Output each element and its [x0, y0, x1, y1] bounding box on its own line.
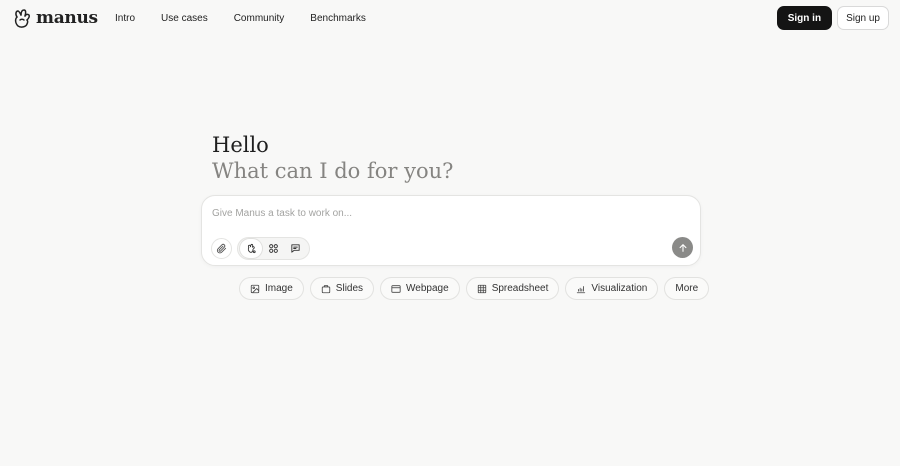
chip-label: Visualization — [591, 283, 648, 294]
chip-webpage[interactable]: Webpage — [380, 277, 460, 300]
chip-spreadsheet[interactable]: Spreadsheet — [465, 277, 560, 300]
paperclip-icon — [216, 243, 227, 254]
attach-button[interactable] — [211, 238, 232, 259]
send-button[interactable] — [672, 237, 693, 258]
chip-label: Image — [265, 283, 293, 294]
chip-more[interactable]: More — [664, 277, 710, 300]
sign-in-button[interactable]: Sign in — [776, 6, 833, 30]
chip-slides[interactable]: Slides — [309, 277, 375, 300]
mode-apps-button[interactable] — [262, 239, 284, 258]
brand-name: manus — [36, 8, 98, 28]
mode-agent-button[interactable] — [240, 239, 263, 258]
arrow-up-icon — [679, 243, 686, 252]
chip-label: Slides — [335, 283, 364, 294]
greeting-subtitle: What can I do for you? — [212, 159, 454, 183]
auth-buttons: Sign in Sign up — [776, 6, 889, 30]
mode-chat-button[interactable] — [285, 239, 307, 258]
nav-use-cases[interactable]: Use cases — [150, 10, 219, 27]
task-composer — [201, 195, 701, 266]
agent-icon — [247, 243, 256, 254]
browser-window-icon — [391, 284, 401, 293]
greeting-title: Hello — [212, 133, 269, 157]
nav-intro[interactable]: Intro — [104, 10, 146, 27]
chip-label: More — [675, 283, 699, 294]
chip-visualization[interactable]: Visualization — [565, 277, 659, 300]
chip-image[interactable]: Image — [239, 277, 304, 300]
chip-label: Spreadsheet — [491, 283, 549, 294]
nav-community[interactable]: Community — [223, 10, 296, 27]
apps-icon — [269, 244, 278, 253]
sign-up-button[interactable]: Sign up — [837, 6, 889, 30]
top-bar: manus Intro Use cases Community Benchmar… — [0, 0, 900, 36]
main-nav: Intro Use cases Community Benchmarks — [104, 10, 381, 26]
chat-icon — [291, 244, 300, 253]
greeting: Hello What can I do for you? — [212, 132, 453, 184]
slides-icon — [321, 284, 330, 293]
table-icon — [477, 284, 486, 293]
nav-benchmarks[interactable]: Benchmarks — [299, 10, 377, 27]
task-input[interactable] — [212, 205, 682, 221]
image-icon — [250, 284, 260, 293]
quick-actions: Image Slides Webpage Spreadsheet Visuali… — [239, 277, 710, 300]
mode-selector — [237, 237, 310, 260]
manus-hand-icon — [14, 8, 30, 28]
brand-logo[interactable]: manus — [13, 7, 98, 29]
chip-label: Webpage — [406, 283, 449, 294]
chart-icon — [577, 285, 586, 293]
